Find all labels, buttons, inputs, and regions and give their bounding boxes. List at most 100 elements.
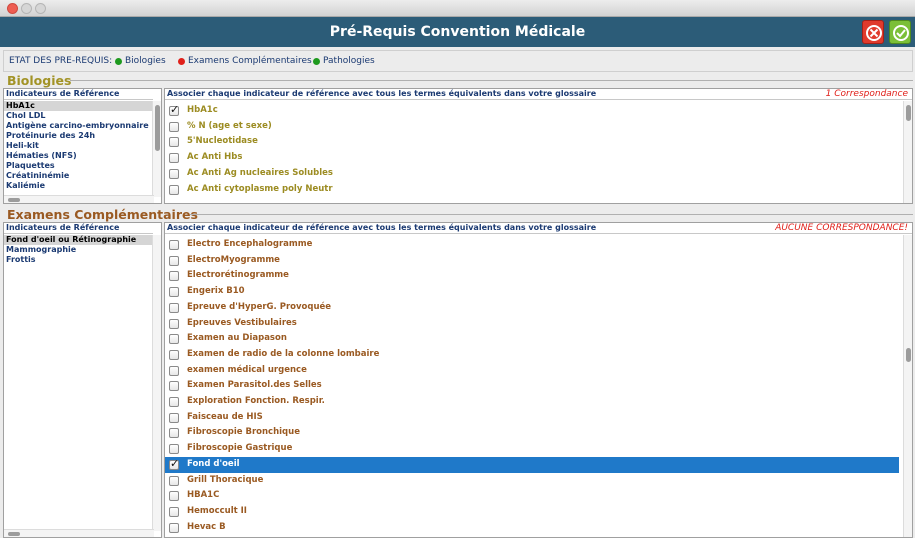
term-label: Faisceau de HIS [187, 411, 263, 422]
term-row[interactable]: Epreuves Vestibulaires [165, 316, 899, 332]
term-checkbox[interactable] [169, 349, 179, 360]
term-checkbox[interactable] [169, 491, 179, 502]
examens-terms-panel: Associer chaque indicateur de référence … [164, 222, 913, 538]
term-row[interactable]: examen médical urgence [165, 363, 899, 379]
term-row[interactable]: Fond d'oeil [165, 456, 899, 473]
term-row[interactable]: Hemoccult II [165, 504, 899, 520]
cancel-button[interactable] [862, 20, 884, 44]
term-row[interactable]: Exploration Fonction. Respir. [165, 394, 899, 410]
indicators-vscroll[interactable] [152, 235, 161, 531]
term-checkbox[interactable] [169, 381, 179, 392]
term-row[interactable]: Faisceau de HIS [165, 410, 899, 426]
terms-vscroll[interactable] [903, 101, 912, 203]
indicator-item[interactable]: Frottis [4, 255, 153, 265]
indicator-item[interactable]: Hématies (NFS) [4, 151, 153, 161]
page-title: Pré-Requis Convention Médicale [329, 24, 586, 40]
term-row[interactable]: Ac Anti Hbs [165, 150, 899, 166]
confirm-button[interactable] [889, 20, 911, 44]
terms-header: Associer chaque indicateur de référence … [165, 89, 912, 100]
indicators-hscroll[interactable] [4, 195, 154, 203]
term-row[interactable]: Electro Encephalogramme [165, 237, 899, 253]
term-label: Ac Anti Ag nucleaires Solubles [187, 167, 333, 178]
term-row[interactable]: Electrorétinogramme [165, 268, 899, 284]
biologies-section-title: Biologies [7, 73, 72, 88]
terms-vscroll[interactable] [903, 235, 912, 537]
term-label: Hemoccult II [187, 505, 247, 516]
term-checkbox[interactable] [169, 103, 179, 116]
indicator-item[interactable]: Protéinurie des 24h [4, 131, 153, 141]
term-checkbox[interactable] [169, 506, 179, 517]
term-checkbox[interactable] [169, 444, 179, 455]
term-label: Ac Anti cytoplasme poly Neutr [187, 183, 333, 194]
indicator-item[interactable]: Mammographie [4, 245, 153, 255]
indicator-item[interactable]: Heli-kit [4, 141, 153, 151]
term-checkbox[interactable] [169, 412, 179, 423]
term-checkbox[interactable] [169, 302, 179, 313]
term-row[interactable]: Examen de radio de la colonne lombaire [165, 347, 899, 363]
indicator-item[interactable]: Chol LDL [4, 111, 153, 121]
examens-indicators-list[interactable]: Indicateurs de Référence Fond d'oeil ou … [3, 222, 162, 538]
term-row[interactable]: Examen Parasitol.des Selles [165, 378, 899, 394]
indicator-item[interactable]: Plaquettes [4, 161, 153, 171]
term-row[interactable]: Engerix B10 [165, 284, 899, 300]
term-checkbox[interactable] [169, 522, 179, 533]
minimize-window-button[interactable] [21, 3, 32, 14]
term-label: examen médical urgence [187, 364, 307, 375]
zoom-window-button[interactable] [35, 3, 46, 14]
indicator-item[interactable]: Kaliémie [4, 181, 153, 191]
close-window-button[interactable] [7, 3, 18, 14]
term-checkbox[interactable] [169, 318, 179, 329]
term-label: Fibroscopie Bronchique [187, 427, 300, 438]
term-row[interactable]: 5'Nucleotidase [165, 134, 899, 150]
examens-section-title: Examens Complémentaires [7, 207, 198, 222]
term-row[interactable]: HbA1c [165, 103, 899, 119]
header-bar: Pré-Requis Convention Médicale [0, 17, 915, 47]
term-checkbox[interactable] [169, 168, 179, 179]
status-dot-biologies [115, 58, 122, 65]
term-checkbox[interactable] [169, 457, 179, 470]
term-checkbox[interactable] [169, 137, 179, 148]
indicators-header: Indicateurs de Référence [4, 223, 153, 234]
term-row[interactable]: Ac Anti cytoplasme poly Neutr [165, 182, 899, 198]
status-dot-pathologies [313, 58, 320, 65]
term-label: Exploration Fonction. Respir. [187, 396, 325, 406]
term-checkbox[interactable] [169, 271, 179, 282]
term-row[interactable]: Grill Thoracique [165, 473, 899, 489]
indicator-item[interactable]: HbA1c [4, 101, 153, 111]
term-checkbox[interactable] [169, 428, 179, 439]
indicator-item[interactable]: Créatininémie [4, 171, 153, 181]
term-label: Engerix B10 [187, 286, 245, 297]
term-checkbox[interactable] [169, 255, 179, 266]
term-row[interactable]: Hevac B [165, 520, 899, 536]
term-checkbox[interactable] [169, 287, 179, 298]
indicator-item[interactable]: Fond d'oeil ou Rétinographie [4, 235, 153, 245]
term-label: Examen au Diapason [187, 333, 287, 344]
term-row[interactable]: % N (age et sexe) [165, 119, 899, 135]
term-label: Fibroscopie Gastrique [187, 443, 293, 454]
status-item-examens[interactable]: Examens Complémentaires [188, 56, 312, 66]
term-checkbox[interactable] [169, 121, 179, 132]
term-checkbox[interactable] [169, 153, 179, 164]
term-row[interactable]: Examen au Diapason [165, 331, 899, 347]
term-row[interactable]: Fibroscopie Gastrique [165, 441, 899, 457]
term-checkbox[interactable] [169, 365, 179, 376]
term-row[interactable]: HBA1C [165, 488, 899, 504]
indicator-item[interactable]: Antigène carcino-embryonnaire (AC [4, 121, 161, 131]
term-checkbox[interactable] [169, 184, 179, 195]
term-checkbox[interactable] [169, 334, 179, 345]
status-item-biologies[interactable]: Biologies [125, 56, 166, 66]
match-note: AUCUNE CORRESPONDANCE! [775, 223, 908, 233]
biologies-indicators-list[interactable]: Indicateurs de Référence HbA1c Chol LDL An… [3, 88, 162, 204]
term-checkbox[interactable] [169, 475, 179, 486]
term-checkbox[interactable] [169, 397, 179, 407]
term-row[interactable]: Ac Anti Ag nucleaires Solubles [165, 166, 899, 182]
term-row[interactable]: ElectroMyogramme [165, 253, 899, 269]
term-label: % N (age et sexe) [187, 120, 272, 131]
term-row[interactable]: Fibroscopie Bronchique [165, 425, 899, 441]
term-checkbox[interactable] [169, 240, 179, 250]
indicators-hscroll[interactable] [4, 529, 154, 537]
term-label: Electrorétinogramme [187, 270, 289, 281]
status-item-pathologies[interactable]: Pathologies [323, 56, 375, 66]
term-row[interactable]: Epreuve d'HyperG. Provoquée [165, 300, 899, 316]
indicators-vscroll[interactable] [152, 101, 161, 197]
